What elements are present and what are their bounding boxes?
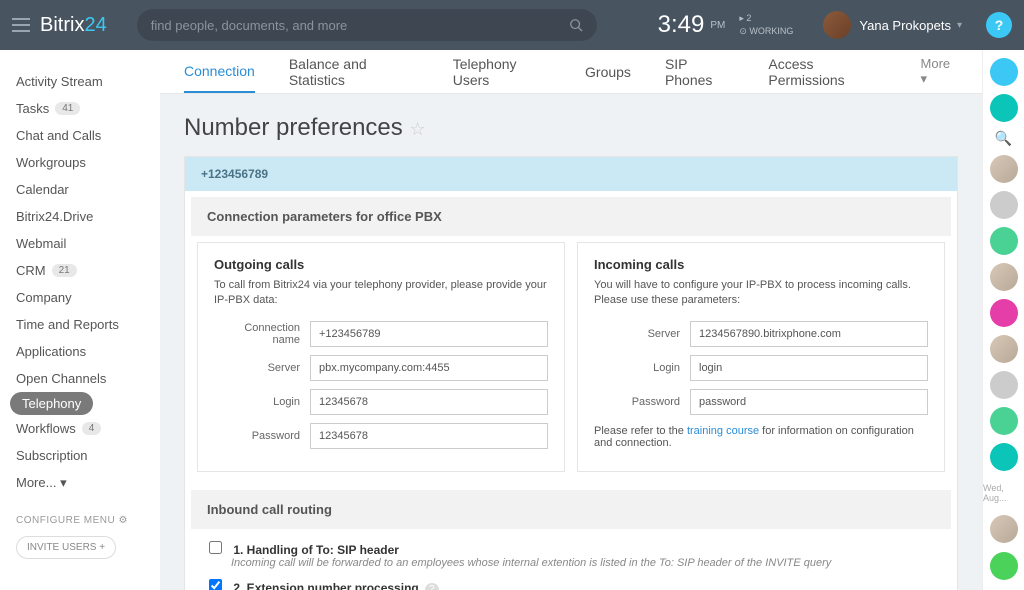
rail-date: Wed, Aug... (983, 483, 1024, 503)
connection-name-input[interactable]: +123456789 (310, 321, 548, 347)
configure-menu[interactable]: CONFIGURE MENU ⚙ (16, 515, 160, 526)
sidebar-item-webmail[interactable]: Webmail (16, 230, 160, 257)
main-area: Connection Balance and Statistics Telephon… (160, 50, 982, 590)
tab-groups[interactable]: Groups (585, 52, 631, 92)
username: Yana Prokopets (859, 18, 951, 33)
contact-avatar[interactable] (990, 191, 1018, 219)
tab-sip-phones[interactable]: SIP Phones (665, 50, 734, 100)
chevron-down-icon: ▾ (957, 20, 962, 31)
sidebar-item-tasks[interactable]: Tasks41 (16, 95, 160, 122)
field-label: Login (594, 362, 690, 374)
logo[interactable]: Bitrix24 (40, 14, 107, 37)
incoming-note: Please refer to the training course for … (594, 425, 928, 449)
incoming-card: Incoming calls You will have to configur… (577, 242, 945, 472)
tab-access-permissions[interactable]: Access Permissions (768, 50, 886, 100)
section-inbound-routing: Inbound call routing (191, 490, 951, 529)
routing-option: 2. Extension number processing?An incomi… (209, 579, 933, 590)
login-input[interactable]: 12345678 (310, 389, 548, 415)
field-label: Password (594, 396, 690, 408)
incoming-desc: You will have to configure your IP-PBX t… (594, 278, 928, 309)
help-button[interactable]: ? (986, 12, 1012, 38)
field-label: Server (214, 362, 310, 374)
field-label: Connection name (214, 322, 310, 346)
field-label: Server (594, 328, 690, 340)
phone-call-button[interactable] (990, 552, 1018, 580)
sidebar-item-crm[interactable]: CRM21 (16, 257, 160, 284)
login-input: login (690, 355, 928, 381)
sidebar-item-chat-and-calls[interactable]: Chat and Calls (16, 122, 160, 149)
phone-number-header: +123456789 (185, 157, 957, 191)
lock-icon[interactable] (990, 299, 1018, 327)
clock: 3:49 PM ▸ 2 ⊙ WORKING (658, 11, 794, 39)
search-placeholder: find people, documents, and more (151, 18, 569, 33)
sidebar-item-time-and-reports[interactable]: Time and Reports (16, 311, 160, 338)
contact-avatar[interactable] (990, 155, 1018, 183)
routing-checkbox[interactable] (209, 579, 222, 590)
sidebar-item-open-channels[interactable]: Open Channels (16, 365, 160, 392)
page-title: Number preferences ☆ (160, 94, 982, 156)
sidebar-item-applications[interactable]: Applications (16, 338, 160, 365)
password-input: password (690, 389, 928, 415)
status-icon[interactable] (990, 407, 1018, 435)
sidebar-item-telephony[interactable]: Telephony (10, 392, 93, 415)
server-input: 1234567890.bitrixphone.com (690, 321, 928, 347)
contact-avatar[interactable] (990, 515, 1018, 543)
sidebar-item-more-[interactable]: More... ▾ (16, 469, 160, 497)
sidebar-item-calendar[interactable]: Calendar (16, 176, 160, 203)
sidebar-item-company[interactable]: Company (16, 284, 160, 311)
help-icon[interactable]: ? (425, 583, 439, 590)
contact-avatar[interactable] (990, 263, 1018, 291)
star-icon[interactable]: ☆ (409, 119, 425, 139)
field-label: Password (214, 430, 310, 442)
outgoing-card: Outgoing calls To call from Bitrix24 via… (197, 242, 565, 472)
sidebar-item-workflows[interactable]: Workflows4 (16, 415, 160, 442)
routing-list: 1. Handling of To: SIP headerIncoming ca… (185, 529, 957, 590)
sidebar-item-bitrix24-drive[interactable]: Bitrix24.Drive (16, 203, 160, 230)
search-icon (569, 18, 583, 32)
password-input[interactable]: 12345678 (310, 423, 548, 449)
outgoing-title: Outgoing calls (214, 257, 548, 272)
search-input[interactable]: find people, documents, and more (137, 9, 597, 41)
left-sidebar: Activity StreamTasks41Chat and CallsWork… (0, 50, 160, 590)
hamburger-icon[interactable] (12, 18, 30, 32)
routing-checkbox[interactable] (209, 541, 222, 554)
sidebar-item-workgroups[interactable]: Workgroups (16, 149, 160, 176)
tab-balance-and-statistics[interactable]: Balance and Statistics (289, 50, 419, 100)
notifications-icon[interactable] (990, 58, 1018, 86)
tab-bar: ConnectionBalance and StatisticsTelephon… (160, 50, 982, 94)
training-link[interactable]: training course (687, 425, 759, 437)
user-menu[interactable]: Yana Prokopets ▾ (823, 11, 962, 39)
sidebar-item-activity-stream[interactable]: Activity Stream (16, 68, 160, 95)
field-label: Login (214, 396, 310, 408)
contact-avatar[interactable] (990, 227, 1018, 255)
contact-avatar[interactable] (990, 371, 1018, 399)
contact-avatar[interactable] (990, 335, 1018, 363)
rail-search-icon[interactable]: 🔍 (995, 130, 1012, 147)
chat-icon[interactable] (990, 94, 1018, 122)
incoming-title: Incoming calls (594, 257, 928, 272)
server-input[interactable]: pbx.mycompany.com:4455 (310, 355, 548, 381)
tabs-more[interactable]: More ▾ (921, 56, 958, 87)
content-panel: +123456789 Connection parameters for off… (184, 156, 958, 590)
right-rail: 🔍 Wed, Aug... (982, 50, 1024, 590)
tab-telephony-users[interactable]: Telephony Users (453, 50, 551, 100)
routing-option: 1. Handling of To: SIP headerIncoming ca… (209, 541, 933, 569)
avatar (823, 11, 851, 39)
tab-connection[interactable]: Connection (184, 51, 255, 93)
outgoing-desc: To call from Bitrix24 via your telephony… (214, 278, 548, 309)
status-icon[interactable] (990, 443, 1018, 471)
section-connection-params: Connection parameters for office PBX (191, 197, 951, 236)
invite-users-button[interactable]: INVITE USERS + (16, 536, 116, 559)
sidebar-item-subscription[interactable]: Subscription (16, 442, 160, 469)
top-header: Bitrix24 find people, documents, and mor… (0, 0, 1024, 50)
